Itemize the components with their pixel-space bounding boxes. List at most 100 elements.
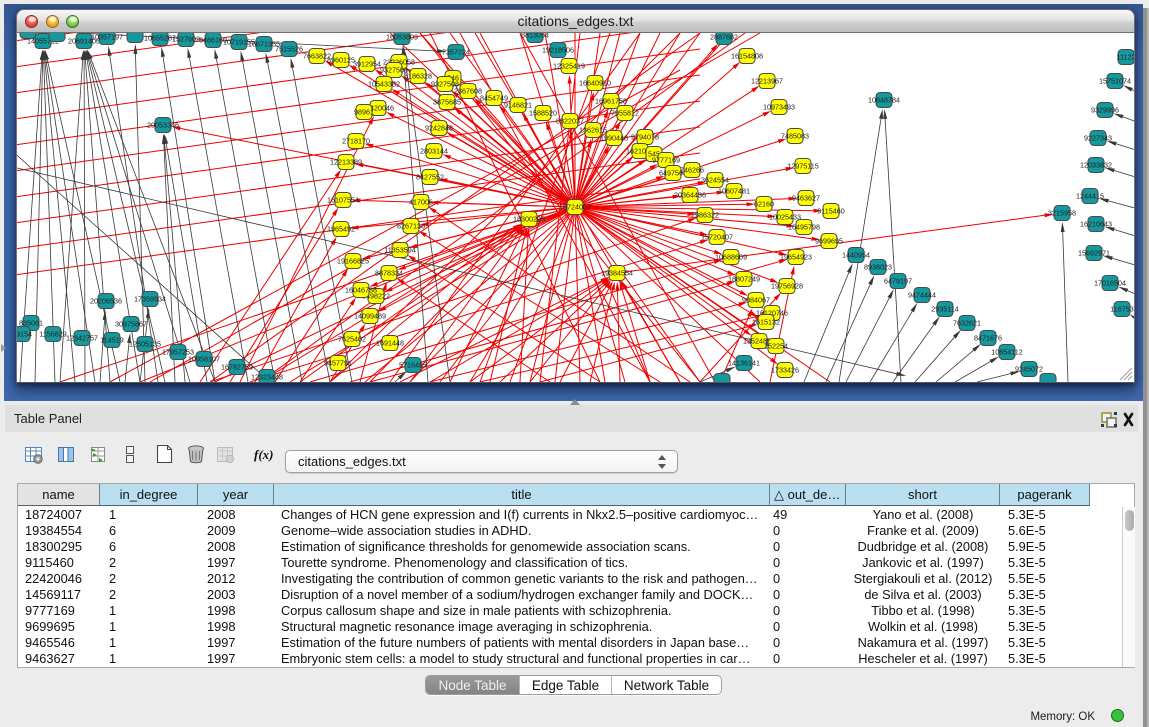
svg-text:7955812: 7955812 [611,109,639,118]
svg-text:30975867: 30975867 [115,320,147,329]
svg-text:12342757: 12342757 [66,334,98,343]
svg-text:8186328: 8186328 [404,72,432,81]
svg-text:16640910: 16640910 [579,79,611,88]
svg-text:11353594: 11353594 [384,246,415,255]
svg-text:114519: 114519 [100,336,123,345]
svg-text:12323448: 12323448 [251,373,283,382]
svg-text:1156829: 1156829 [39,330,66,339]
svg-text:10958107: 10958107 [188,355,220,364]
svg-text:18300295: 18300295 [513,215,545,224]
svg-text:6479197: 6479197 [884,277,912,286]
svg-text:3912954: 3912954 [353,60,381,69]
svg-text:1615132: 1615132 [752,318,780,327]
svg-text:3215958: 3215958 [1048,209,1076,218]
svg-text:417006: 417006 [409,198,433,207]
svg-text:10688609: 10688609 [715,253,747,262]
svg-text:19166825: 19166825 [337,257,369,266]
svg-text:16782759: 16782759 [221,363,253,372]
svg-text:7515526: 7515526 [275,45,303,54]
svg-text:12033832: 12033832 [1080,161,1112,170]
svg-text:17016504: 17016504 [1094,279,1126,288]
svg-text:12213389: 12213389 [330,158,362,167]
svg-text:8878334: 8878334 [375,269,403,278]
svg-text:7485083: 7485083 [781,132,809,141]
svg-text:19384554: 19384554 [601,269,633,278]
svg-text:1990448: 1990448 [600,134,628,143]
svg-text:19756928: 19756928 [771,282,803,291]
svg-text:15751074: 15751074 [1099,77,1131,86]
svg-text:1440954: 1440954 [842,251,870,260]
svg-text:152254: 152254 [764,342,788,351]
svg-text:16154808: 16154808 [731,52,763,61]
svg-text:8471676: 8471676 [974,334,1002,343]
svg-text:12325419: 12325419 [553,62,585,71]
svg-text:98961: 98961 [354,108,374,117]
svg-text:11122: 11122 [1117,53,1134,62]
svg-text:8813054: 8813054 [521,33,549,40]
svg-text:8267130: 8267130 [397,222,425,231]
svg-text:3875685: 3875685 [433,98,461,107]
svg-text:8322037: 8322037 [556,117,584,126]
svg-text:1244415: 1244415 [1076,192,1104,201]
svg-text:1527602: 1527602 [172,35,200,44]
svg-text:16053809: 16053809 [386,33,418,42]
svg-text:62160: 62160 [754,200,774,209]
svg-text:8938023: 8938023 [864,263,892,272]
svg-text:17359934: 17359934 [134,295,166,304]
svg-text:8427552: 8427552 [416,173,444,182]
svg-text:39154: 39154 [17,330,32,339]
svg-text:20364436: 20364436 [674,191,706,200]
svg-text:1691448: 1691448 [376,339,404,348]
svg-text:15692971: 15692971 [1078,249,1110,258]
svg-text:10973493: 10973493 [763,103,795,112]
svg-text:19654923: 19654923 [780,253,812,262]
svg-text:16107554: 16107554 [327,196,359,205]
svg-text:2803144: 2803144 [420,147,448,156]
svg-text:16495798: 16495798 [788,223,820,232]
svg-text:2887682: 2887682 [710,33,738,42]
svg-text:12975115: 12975115 [787,162,818,171]
svg-text:12213967: 12213967 [751,77,783,86]
svg-text:9146821: 9146821 [504,101,532,110]
svg-text:9242848: 9242848 [425,124,453,133]
svg-text:9245072: 9245072 [1015,365,1043,374]
svg-text:2935114: 2935114 [931,305,958,314]
svg-text:3624554: 3624554 [701,176,729,185]
svg-text:7632621: 7632621 [953,319,981,328]
svg-text:14099489: 14099489 [354,312,386,321]
svg-text:16046738: 16046738 [345,286,377,295]
svg-text:16210643: 16210643 [1080,220,1112,229]
svg-text:18807249: 18807249 [728,275,760,284]
svg-text:15720407: 15720407 [701,233,733,242]
svg-text:18724007: 18724007 [559,203,591,212]
svg-text:10543382: 10543382 [368,80,400,89]
svg-text:9329996: 9329996 [1091,106,1119,115]
svg-text:10357197: 10357197 [91,33,123,42]
svg-text:746266: 746266 [680,166,704,175]
svg-text:10607481: 10607481 [718,187,750,196]
svg-text:16961758: 16961758 [595,97,627,106]
svg-text:14136141: 14136141 [728,359,760,368]
svg-text:9794078: 9794078 [631,133,659,142]
svg-text:9777169: 9777169 [652,156,680,165]
svg-text:12505135: 12505135 [129,340,161,349]
svg-text:7625402: 7625402 [338,335,366,344]
svg-text:9699695: 9699695 [815,237,843,246]
svg-text:9457791: 9457791 [324,359,352,368]
svg-text:5716485: 5716485 [399,361,427,370]
svg-text:1733426: 1733426 [771,366,799,375]
svg-text:116753: 116753 [1110,305,1133,314]
svg-text:f(x): f(x) [254,447,274,462]
svg-text:9084067: 9084067 [742,296,770,305]
svg-text:2367608: 2367608 [454,87,482,96]
svg-text:10025433: 10025433 [769,213,801,222]
svg-text:2718170: 2718170 [342,137,370,146]
svg-text:1588520: 1588520 [529,109,557,118]
svg-text:9227343: 9227343 [1084,134,1112,143]
svg-text:9463627: 9463627 [792,194,820,203]
svg-text:1965492: 1965492 [327,225,355,234]
svg-text:9115460: 9115460 [817,207,844,216]
svg-text:8960125: 8960125 [327,56,355,65]
svg-text:20206536: 20206536 [90,297,122,306]
svg-text:7357224: 7357224 [442,48,470,57]
